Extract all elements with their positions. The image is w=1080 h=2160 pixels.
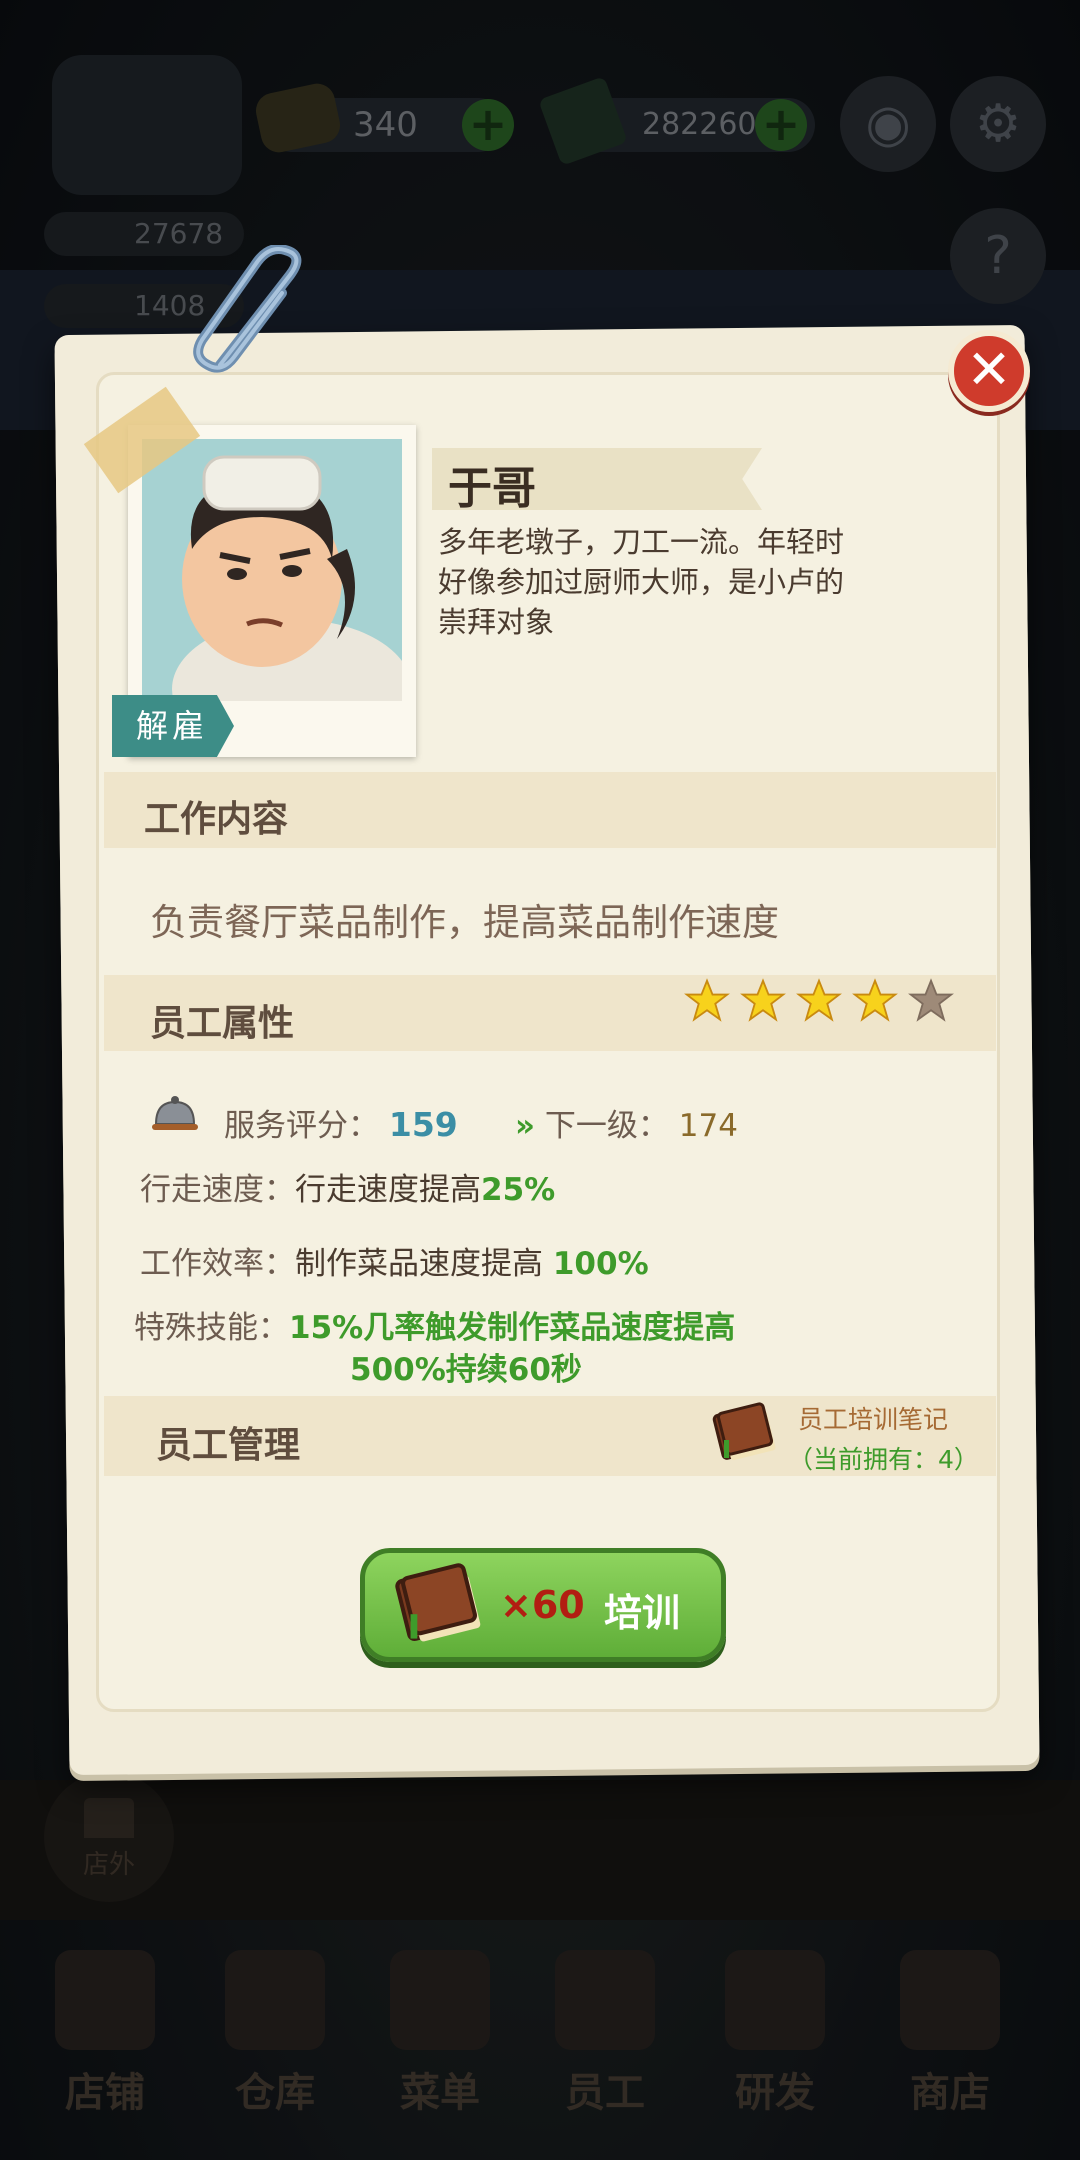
special-skill-label: 特殊技能： bbox=[134, 1310, 289, 1346]
close-icon: ✕ bbox=[966, 338, 1012, 401]
training-book-icon bbox=[395, 1563, 481, 1642]
star-filled-icon bbox=[684, 978, 730, 1022]
walk-speed-value: 25% bbox=[481, 1172, 556, 1208]
star-filled-icon bbox=[740, 978, 786, 1022]
employee-portrait bbox=[142, 439, 402, 701]
star-empty-icon bbox=[908, 978, 954, 1022]
fire-label: 解雇 bbox=[136, 707, 209, 745]
chef-portrait-icon bbox=[142, 439, 402, 701]
special-skill-line1: 15%几率触发制作菜品速度提高 bbox=[289, 1310, 736, 1346]
walk-speed-label: 行走速度： bbox=[140, 1172, 295, 1208]
efficiency-text: 制作菜品速度提高 bbox=[295, 1246, 543, 1282]
walk-speed-text: 行走速度提高 bbox=[295, 1172, 481, 1208]
mgmt-section-title: 员工管理 bbox=[156, 1425, 301, 1466]
employee-name: 于哥 bbox=[448, 463, 536, 514]
employee-description: 多年老墩子，刀工一流。年轻时好像参加过厨师大师，是小卢的崇拜对象 bbox=[438, 525, 845, 639]
service-rating-value: 159 bbox=[388, 1105, 458, 1144]
work-description: 负责餐厅菜品制作，提高菜品制作速度 bbox=[150, 901, 779, 944]
training-notes-label: 员工培训笔记 bbox=[798, 1405, 949, 1434]
cloche-icon bbox=[152, 1096, 198, 1130]
work-section-title: 工作内容 bbox=[144, 799, 289, 840]
next-level-label: 下一级： bbox=[544, 1108, 669, 1144]
special-skill-line2: 500%持续60秒 bbox=[350, 1352, 582, 1388]
double-chevron-icon: » bbox=[515, 1108, 536, 1144]
efficiency-label: 工作效率： bbox=[140, 1246, 295, 1282]
star-filled-icon bbox=[852, 978, 898, 1022]
service-rating-row: 服务评分： 159 bbox=[224, 1100, 458, 1145]
efficiency-row: 工作效率：制作菜品速度提高 100% bbox=[140, 1238, 649, 1283]
walk-speed-row: 行走速度：行走速度提高25% bbox=[140, 1164, 555, 1209]
efficiency-value: 100% bbox=[552, 1246, 649, 1282]
paperclip-icon bbox=[193, 245, 302, 373]
train-label: 培训 bbox=[604, 1591, 681, 1635]
service-rating-label: 服务评分： bbox=[224, 1108, 379, 1144]
train-cost: ×60 bbox=[500, 1583, 585, 1627]
fire-button[interactable]: 解雇 bbox=[112, 695, 234, 757]
close-button[interactable]: ✕ bbox=[948, 330, 1030, 412]
next-level-value: 174 bbox=[678, 1108, 738, 1144]
special-skill-row: 特殊技能：15%几率触发制作菜品速度提高 bbox=[134, 1302, 735, 1347]
training-notes-count: （当前拥有：4） bbox=[788, 1445, 979, 1474]
star-filled-icon bbox=[796, 978, 842, 1022]
next-level-row: » 下一级： 174 bbox=[515, 1100, 738, 1145]
attr-section-title: 员工属性 bbox=[150, 1003, 295, 1044]
training-notes-icon bbox=[712, 1402, 776, 1461]
